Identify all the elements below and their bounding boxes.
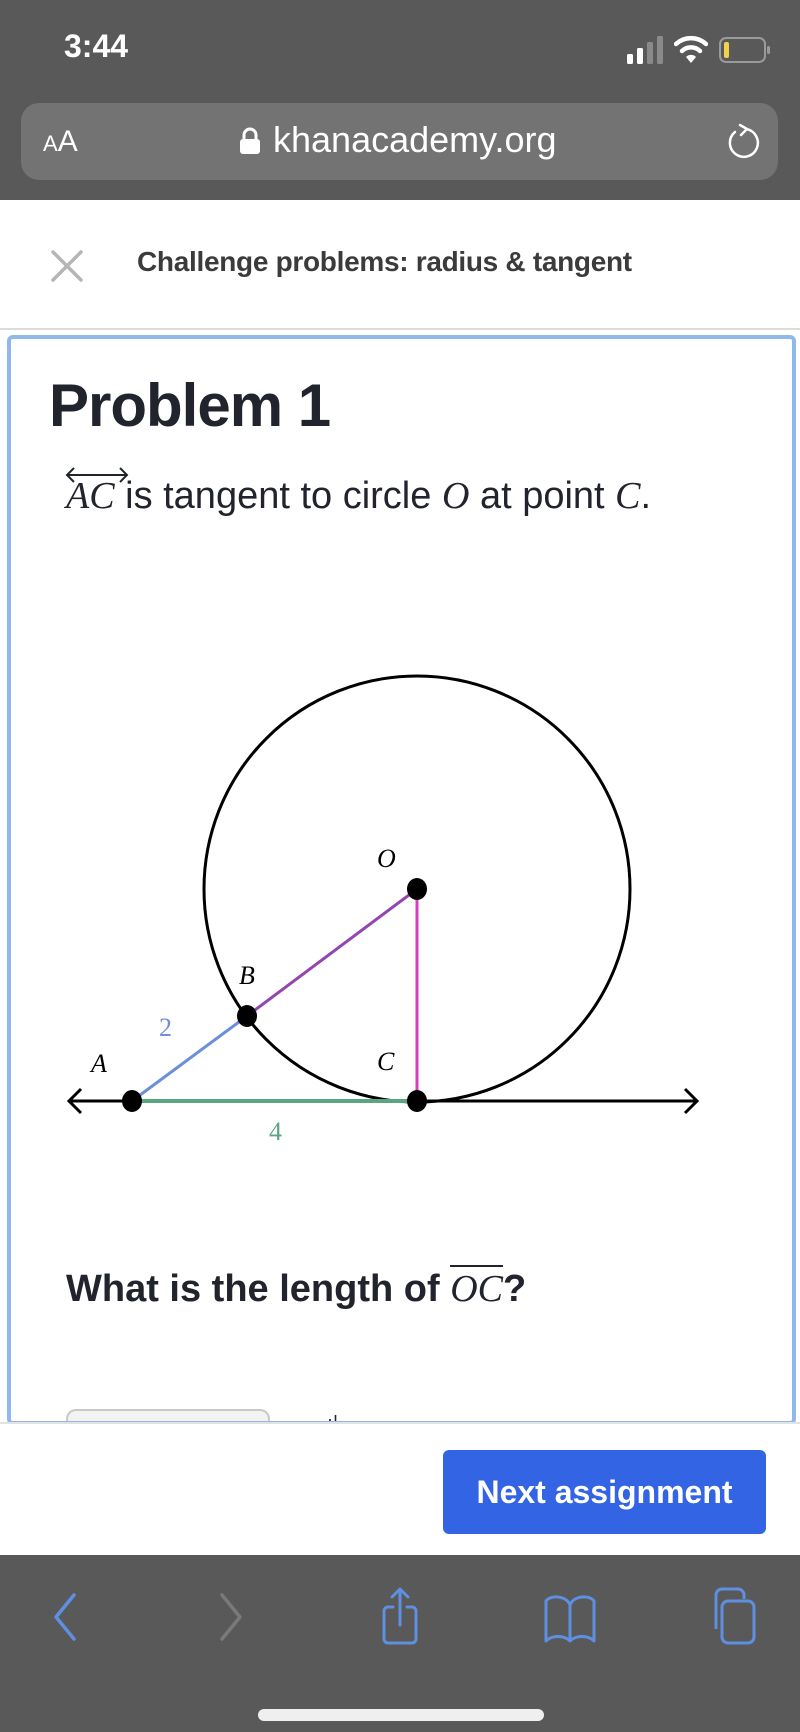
back-chevron-icon[interactable] (36, 1585, 96, 1645)
segment-ab (131, 1014, 248, 1103)
bookmarks-book-icon[interactable] (540, 1585, 600, 1645)
status-time: 3:44 (64, 28, 129, 64)
problem-title: Problem 1 (49, 372, 331, 439)
home-indicator[interactable] (258, 1709, 544, 1721)
point-o (407, 878, 427, 900)
point-b (237, 1005, 257, 1027)
tabs-icon[interactable] (706, 1585, 766, 1645)
battery-low-icon (719, 37, 770, 63)
label-c: C (377, 1047, 395, 1076)
lock-icon (240, 127, 260, 154)
text-size-button[interactable]: AA (43, 125, 78, 159)
question-text: What is the length of OC? (66, 1265, 526, 1311)
forward-chevron-icon[interactable] (200, 1585, 260, 1645)
browser-toolbar (0, 1555, 800, 1732)
url-bar[interactable]: AA khanacademy.org (21, 103, 778, 180)
double-arrow-icon (65, 467, 129, 483)
exercise-header: Challenge problems: radius & tangent (0, 200, 800, 330)
cellular-signal-icon (627, 36, 663, 64)
page-title: Challenge problems: radius & tangent (137, 246, 632, 277)
label-b: B (239, 961, 255, 990)
exercise-footer: Next assignment (0, 1422, 800, 1556)
point-c (407, 1090, 427, 1112)
wifi-icon (674, 35, 708, 63)
point-a (122, 1090, 142, 1112)
segment-bo (246, 887, 418, 1018)
share-icon[interactable] (370, 1585, 430, 1645)
url-text[interactable]: khanacademy.org (273, 119, 557, 161)
label-ab-length: 2 (159, 1013, 172, 1042)
label-a: A (89, 1049, 107, 1078)
problem-card: Problem 1 AC is tangent to circle O at p… (7, 335, 796, 1425)
problem-statement: AC is tangent to circle O at point C. (65, 467, 651, 518)
line-ac-notation: AC (65, 467, 129, 518)
next-assignment-button[interactable]: Next assignment (443, 1450, 766, 1534)
label-o: O (377, 844, 396, 873)
status-bar: 3:44 AA khanacademy.org (0, 0, 800, 200)
segment-oc-notation: OC (450, 1265, 503, 1310)
geometry-diagram: O B A C 2 4 (66, 674, 700, 1146)
label-ac-length: 4 (269, 1117, 282, 1146)
close-icon[interactable] (48, 247, 86, 285)
reload-icon[interactable] (724, 123, 762, 161)
